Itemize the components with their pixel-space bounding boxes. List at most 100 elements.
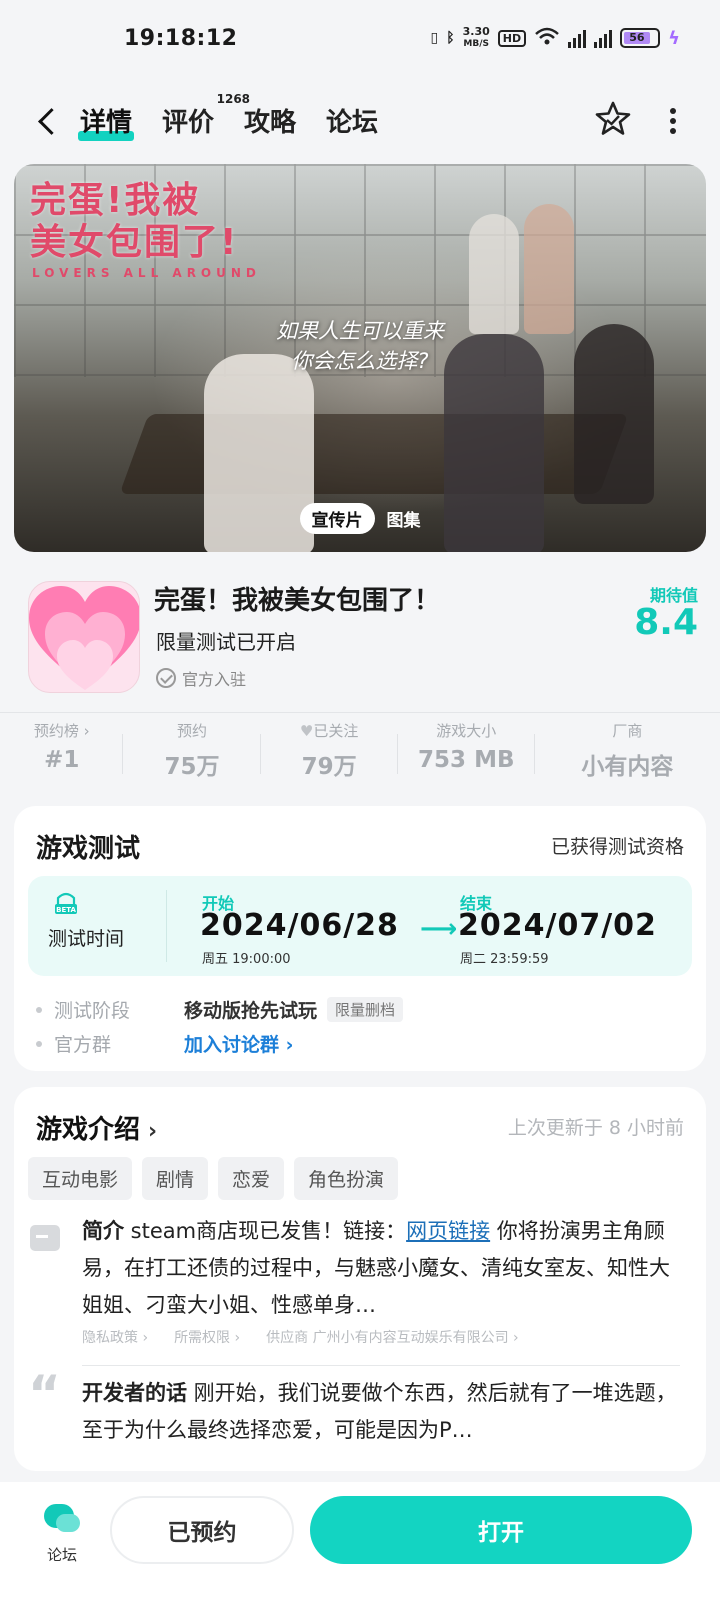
intro-card-title[interactable]: 游戏介绍 ›	[36, 1109, 157, 1146]
banner-table	[119, 414, 629, 494]
tag-item[interactable]: 互动电影	[28, 1157, 133, 1200]
web-link[interactable]: 网页链接	[406, 1219, 490, 1243]
bullet	[36, 1040, 42, 1047]
battery-level: 56	[624, 32, 650, 44]
game-logo: 完蛋!我被 美女包围了!	[30, 180, 238, 264]
developer-note-label: 开发者的话	[82, 1381, 187, 1405]
tab-details-label: 详情	[80, 108, 133, 138]
tab-forum[interactable]: 论坛	[326, 102, 378, 139]
stat-followers-text: 已关注	[313, 722, 359, 740]
open-button[interactable]: 打开	[310, 1496, 692, 1564]
stat-reservations: 预约 75万	[123, 720, 261, 790]
vertical-separator	[166, 890, 167, 962]
more-options-icon[interactable]	[668, 104, 678, 138]
developer-note[interactable]: 开发者的话 刚开始，我们说要做个东西，然后就有了一堆选题，至于为什么最终选择恋爱…	[82, 1375, 682, 1449]
expectation-score: 8.4	[634, 602, 698, 643]
permissions-link[interactable]: 所需权限 ›	[174, 1327, 240, 1347]
tab-forum-label: 论坛	[326, 108, 379, 138]
test-stage-value: 移动版抢先试玩	[184, 1000, 318, 1022]
stat-rank-label: 预约榜 ›	[33, 722, 90, 740]
heart-check-icon: ♥	[299, 722, 314, 740]
beta-icon: BETA	[52, 890, 80, 918]
game-test-card: 游戏测试 已获得测试资格 BETA 测试时间 开始 2024/06/28 周五 …	[14, 806, 706, 1071]
gallery-tab[interactable]: 图集	[387, 503, 421, 534]
bottom-action-bar: 论坛 已预约 打开	[0, 1482, 720, 1608]
official-group-key: 官方群	[54, 1034, 112, 1056]
divider	[0, 712, 720, 713]
start-time: 周五 19:00:00	[202, 952, 291, 967]
promo-banner[interactable]: 完蛋!我被 美女包围了! LOVERS ALL AROUND 如果人生可以重来 你会…	[14, 164, 706, 552]
stat-followers: ♥已关注 79万	[261, 720, 398, 790]
chevron-right-icon: ›	[148, 1119, 158, 1144]
heart-logo-icon	[29, 586, 139, 690]
test-stage-key: 测试阶段	[54, 1000, 131, 1022]
banner-media-tabs: 宣传片 图集	[14, 503, 706, 534]
bluetooth-icon: ᛒ	[446, 30, 455, 46]
tab-reviews[interactable]: 评价 1268	[162, 92, 250, 139]
tag-item[interactable]: 恋爱	[218, 1157, 285, 1200]
forum-button[interactable]: 论坛	[38, 1504, 86, 1565]
stat-vendor[interactable]: 厂商 小有内容	[535, 720, 720, 790]
quote-line-2: 你会怎么选择?	[291, 349, 429, 373]
top-nav: 详情 评价 1268 攻略 论坛	[0, 88, 720, 158]
beta-icon-label: BETA	[56, 906, 76, 914]
stat-reservations-value: 75万	[164, 754, 220, 780]
favorite-star-icon[interactable]	[594, 100, 632, 138]
banner-quote: 如果人生可以重来 你会怎么选择?	[14, 316, 706, 376]
test-qualification: 已获得测试资格	[550, 836, 684, 858]
tag-item[interactable]: 剧情	[142, 1157, 209, 1200]
bullet	[36, 1006, 42, 1013]
hd-icon: HD	[497, 29, 527, 47]
signal-icon-2	[594, 28, 613, 48]
start-date: 2024/06/28	[200, 908, 399, 943]
net-speed-value: 3.30	[462, 25, 490, 38]
test-stage-row: 测试阶段 移动版抢先试玩 限量删档	[36, 996, 404, 1023]
stat-followers-value: 79万	[301, 754, 357, 780]
join-group-link[interactable]: 加入讨论群 ›	[184, 1030, 293, 1057]
game-title: 完蛋！我被美女包围了！	[154, 586, 441, 616]
tab-bar: 详情 评价 1268 攻略 论坛	[77, 92, 378, 141]
stat-vendor-label: 厂商	[612, 722, 643, 740]
clock: 19:18:12	[124, 26, 238, 51]
stats-row: 预约榜 › #1 预约 75万 ♥已关注 79万 游戏大小 753 MB 厂商 小有内容	[0, 720, 720, 790]
stat-vendor-value: 小有内容	[581, 754, 674, 780]
reserved-button[interactable]: 已预约	[110, 1496, 294, 1564]
test-card-title: 游戏测试	[36, 834, 141, 864]
verified-check-icon	[156, 668, 176, 688]
privacy-policy-link[interactable]: 隐私政策 ›	[82, 1327, 148, 1347]
tab-details[interactable]: 详情	[77, 102, 135, 141]
tab-guides-label: 攻略	[244, 108, 297, 138]
tag-item[interactable]: 角色扮演	[294, 1157, 399, 1200]
charging-icon: ϟ	[668, 27, 680, 49]
test-time-box: BETA 测试时间 开始 2024/06/28 周五 19:00:00 ⟶ 结束…	[28, 876, 692, 976]
logo-line-1: 完蛋!我被	[30, 180, 201, 221]
stat-rank[interactable]: 预约榜 › #1	[0, 720, 124, 790]
meta-links: 隐私政策 › 所需权限 › 供应商 广州小有内容互动娱乐有限公司 ›	[82, 1327, 519, 1347]
banner-figure-5	[524, 204, 574, 334]
status-icons: ▯ ᛒ 3.30 MB/S HD 56 ϟ	[431, 26, 680, 50]
intro-icon	[30, 1225, 60, 1251]
official-group-row: 官方群 加入讨论群 ›	[36, 1030, 293, 1057]
test-time-label: 测试时间	[48, 928, 125, 950]
quote-line-1: 如果人生可以重来	[276, 319, 444, 343]
back-icon[interactable]	[30, 102, 70, 142]
stat-followers-label: ♥已关注	[261, 720, 398, 741]
status-bar: 19:18:12 ▯ ᛒ 3.30 MB/S HD 56 ϟ	[0, 0, 720, 80]
battery-icon: 56	[620, 28, 661, 48]
forum-label: 论坛	[46, 1546, 77, 1564]
vibrate-icon: ▯	[430, 30, 439, 46]
genre-tags: 互动电影 剧情 恋爱 角色扮演	[28, 1157, 399, 1200]
tab-guides[interactable]: 攻略	[244, 102, 296, 139]
game-status: 限量测试已开启	[156, 630, 296, 654]
video-tab[interactable]: 宣传片	[299, 503, 375, 534]
supplier-link[interactable]: 供应商 广州小有内容互动娱乐有限公司 ›	[266, 1327, 519, 1347]
forum-icon	[44, 1504, 80, 1534]
wifi-icon	[534, 26, 560, 50]
net-speed-unit: MB/S	[463, 39, 489, 49]
signal-icon	[568, 28, 587, 48]
test-stage-tag: 限量删档	[327, 997, 404, 1022]
official-label: 官方入驻	[182, 670, 247, 689]
intro-text[interactable]: 简介 steam商店现已发售！链接：网页链接 你将扮演男主角顾易，在打工还债的过…	[82, 1213, 682, 1324]
stat-size-value: 753 MB	[418, 747, 515, 773]
end-time: 周二 23:59:59	[460, 952, 549, 967]
